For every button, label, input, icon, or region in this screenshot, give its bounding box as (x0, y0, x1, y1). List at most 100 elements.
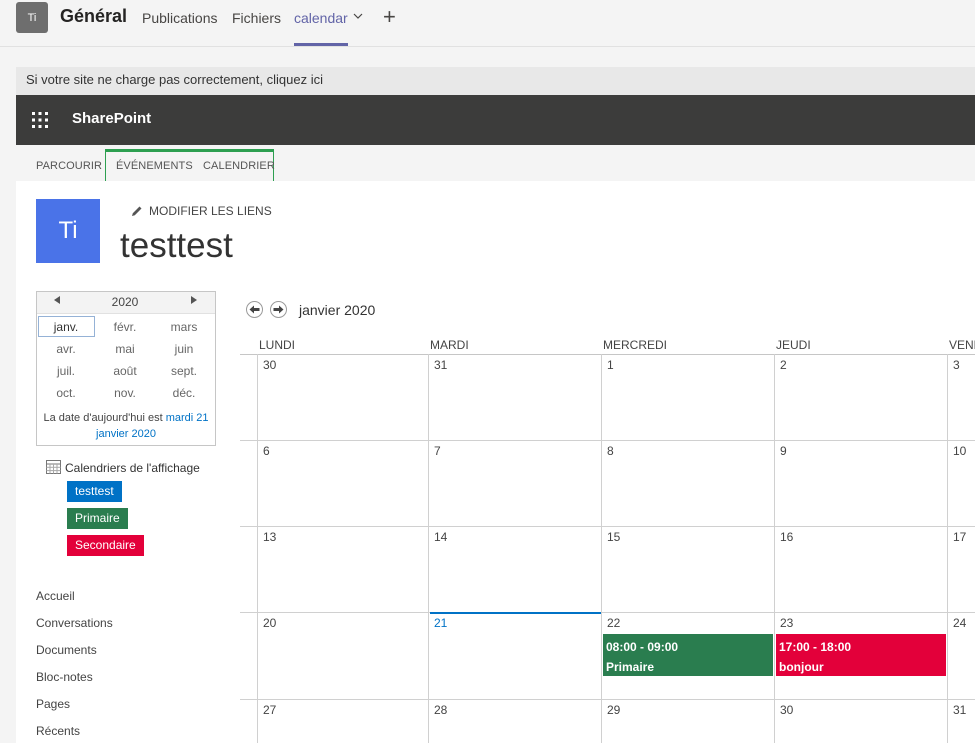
grid-hline (240, 526, 975, 527)
nav-recents[interactable]: Récents (36, 724, 80, 738)
grid-hline (240, 440, 975, 441)
calendar-chip-secondaire[interactable]: Secondaire (67, 535, 144, 556)
active-tab-indicator (294, 43, 348, 46)
app-launcher-icon[interactable] (32, 112, 48, 128)
day-cell-number[interactable]: 27 (263, 703, 276, 717)
grid-vline (774, 354, 775, 743)
edit-links-button[interactable]: MODIFIER LES LIENS (131, 204, 272, 218)
day-cell-number[interactable]: 2 (780, 358, 787, 372)
calendar-chip-primaire[interactable]: Primaire (67, 508, 128, 529)
nav-bloc-notes[interactable]: Bloc-notes (36, 670, 93, 684)
month-dec[interactable]: déc. (156, 383, 212, 403)
team-avatar[interactable]: Ti (16, 2, 48, 33)
previous-year-icon[interactable] (54, 296, 60, 304)
day-cell-number[interactable]: 15 (607, 530, 620, 544)
month-janv[interactable]: janv. (38, 317, 94, 337)
day-cell-number[interactable]: 6 (263, 444, 270, 458)
today-text: La date d'aujourd'hui est mardi 21 janvi… (40, 410, 212, 442)
event-title: Primaire (606, 660, 655, 674)
chevron-down-icon[interactable] (352, 10, 364, 22)
day-cell-number[interactable]: 22 (607, 616, 620, 630)
day-cell-number[interactable]: 20 (263, 616, 276, 630)
arrow-right-icon (273, 305, 284, 314)
day-cell-number[interactable]: 8 (607, 444, 614, 458)
day-cell-number[interactable]: 28 (434, 703, 447, 717)
event-bonjour[interactable]: 17:00 - 18:00 bonjour (776, 634, 946, 676)
month-juin[interactable]: juin (156, 339, 212, 359)
day-cell-number[interactable]: 24 (953, 616, 966, 630)
grid-vline (257, 354, 258, 743)
site-logo[interactable]: Ti (36, 199, 100, 263)
day-cell-number[interactable]: 9 (780, 444, 787, 458)
month-fevr[interactable]: févr. (97, 317, 153, 337)
day-cell-number[interactable]: 29 (607, 703, 620, 717)
next-year-icon[interactable] (191, 296, 197, 304)
day-cell-number[interactable]: 10 (953, 444, 966, 458)
grid-header-line (240, 354, 975, 355)
grid-hline (240, 699, 975, 700)
day-cell-number[interactable]: 31 (434, 358, 447, 372)
day-header-mercredi: MERCREDI (603, 338, 668, 352)
nav-accueil[interactable]: Accueil (36, 589, 75, 603)
month-oct[interactable]: oct. (38, 383, 94, 403)
day-cell-number[interactable]: 13 (263, 530, 276, 544)
month-mars[interactable]: mars (156, 317, 212, 337)
event-time: 17:00 - 18:00 (779, 640, 852, 654)
day-cell-number[interactable]: 30 (263, 358, 276, 372)
month-mai[interactable]: mai (97, 339, 153, 359)
nav-documents[interactable]: Documents (36, 643, 97, 657)
event-primaire[interactable]: 08:00 - 09:00 Primaire (603, 634, 773, 676)
site-title[interactable]: testtest (120, 226, 233, 266)
pencil-icon (132, 206, 142, 216)
day-cell-number[interactable]: 23 (780, 616, 793, 630)
previous-month-button[interactable] (246, 301, 263, 318)
tab-calendar[interactable]: calendar (294, 10, 348, 26)
calendar-chip-testtest[interactable]: testtest (67, 481, 122, 502)
day-cell-number[interactable]: 31 (953, 703, 966, 717)
day-cell-number[interactable]: 30 (780, 703, 793, 717)
ribbon-tab-evenements[interactable]: ÉVÉNEMENTS (116, 160, 193, 172)
suite-bar (16, 95, 975, 145)
today-indicator (430, 612, 601, 614)
day-header-vendredi: VENDREDI (949, 338, 975, 352)
calendar-month-label: janvier 2020 (299, 302, 376, 318)
grid-vline (947, 354, 948, 743)
event-time: 08:00 - 09:00 (606, 640, 679, 654)
day-header-mardi: MARDI (430, 338, 469, 352)
sharepoint-title[interactable]: SharePoint (72, 110, 151, 127)
month-avr[interactable]: avr. (38, 339, 94, 359)
tab-fichiers[interactable]: Fichiers (232, 10, 281, 26)
day-cell-number[interactable]: 17 (953, 530, 966, 544)
day-cell-number[interactable]: 14 (434, 530, 447, 544)
ribbon-tab-calendrier[interactable]: CALENDRIER (203, 160, 275, 172)
arrow-left-icon (249, 305, 260, 314)
nav-conversations[interactable]: Conversations (36, 616, 113, 630)
grid-hline (240, 612, 975, 613)
day-cell-number[interactable]: 3 (953, 358, 960, 372)
today-prefix: La date d'aujourd'hui est (43, 412, 166, 424)
grid-vline (428, 354, 429, 743)
tab-publications[interactable]: Publications (142, 10, 218, 26)
nav-pages[interactable]: Pages (36, 697, 70, 711)
month-juil[interactable]: juil. (38, 361, 94, 381)
channel-name: Général (60, 6, 128, 26)
calendar-grid-icon (46, 460, 61, 474)
day-header-jeudi: JEUDI (776, 338, 811, 352)
calendars-overlay-title: Calendriers de l'affichage (65, 461, 200, 475)
next-month-button[interactable] (270, 301, 287, 318)
month-sept[interactable]: sept. (156, 361, 212, 381)
day-header-lundi: LUNDI (259, 338, 296, 352)
grid-vline (601, 354, 602, 743)
date-picker-year: 2020 (111, 295, 139, 309)
event-title: bonjour (779, 660, 824, 674)
ribbon-tab-parcourir[interactable]: PARCOURIR (36, 160, 102, 172)
day-cell-number[interactable]: 16 (780, 530, 793, 544)
reload-banner[interactable]: Si votre site ne charge pas correctement… (16, 67, 975, 95)
month-aout[interactable]: août (97, 361, 153, 381)
add-tab-button[interactable]: + (383, 4, 396, 30)
day-cell-number[interactable]: 1 (607, 358, 614, 372)
day-cell-number[interactable]: 7 (434, 444, 441, 458)
month-nov[interactable]: nov. (97, 383, 153, 403)
day-cell-number-today[interactable]: 21 (434, 616, 447, 630)
edit-links-label: MODIFIER LES LIENS (149, 204, 272, 218)
